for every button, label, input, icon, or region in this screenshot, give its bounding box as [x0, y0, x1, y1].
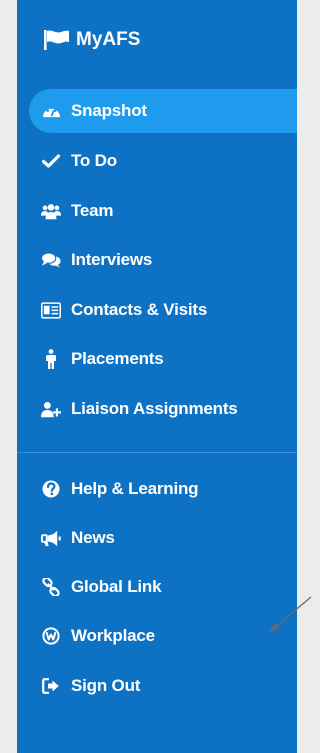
nav-item-label: Workplace	[71, 626, 155, 645]
users-icon	[41, 201, 61, 221]
nav-item-placements[interactable]: Placements	[29, 337, 297, 381]
nav-item-sign-out[interactable]: Sign Out	[29, 664, 297, 708]
nav-item-label: Team	[71, 201, 114, 220]
nav-item-label: Global Link	[71, 577, 162, 596]
nav-item-label: Placements	[71, 349, 164, 368]
nav-item-help-learning[interactable]: Help & Learning	[29, 467, 297, 511]
nav-item-label: Sign Out	[71, 676, 141, 695]
nav-item-global-link[interactable]: Global Link	[29, 565, 297, 609]
nav-item-workplace[interactable]: Workplace	[29, 614, 297, 658]
divider	[17, 452, 297, 453]
annotation-arrow-icon	[269, 596, 312, 632]
brand[interactable]: MyAFS	[44, 29, 140, 51]
nav-item-contacts-visits[interactable]: Contacts & Visits	[29, 288, 297, 332]
bullhorn-icon	[41, 528, 61, 548]
nav-item-label: To Do	[71, 151, 117, 170]
nav-item-label: Help & Learning	[71, 479, 199, 498]
nav-item-label: Interviews	[71, 250, 153, 269]
sidebar: MyAFS Snapshot To Do Team Interviews Con…	[17, 0, 312, 753]
flag-icon	[44, 30, 70, 50]
nav-item-liaison-assignments[interactable]: Liaison Assignments	[29, 387, 297, 431]
workplace-icon	[41, 626, 61, 646]
user-plus-icon	[41, 399, 61, 419]
link-icon	[41, 577, 61, 597]
person-icon	[41, 349, 61, 369]
nav-item-snapshot[interactable]: Snapshot	[29, 89, 297, 133]
brand-title: MyAFS	[76, 29, 141, 50]
nav-item-interviews[interactable]: Interviews	[29, 238, 297, 282]
chat-bubbles-icon	[41, 250, 61, 270]
nav-item-news[interactable]: News	[29, 516, 297, 560]
id-card-icon	[41, 300, 61, 320]
nav-item-label: Snapshot	[71, 101, 147, 120]
check-icon	[41, 151, 61, 171]
nav-item-label: News	[71, 528, 115, 547]
nav-item-label: Liaison Assignments	[71, 399, 238, 418]
nav-item-team[interactable]: Team	[29, 189, 297, 233]
nav-item-to-do[interactable]: To Do	[29, 139, 297, 183]
question-icon	[41, 479, 61, 499]
dashboard-icon	[41, 101, 61, 121]
sign-out-icon	[41, 676, 61, 696]
nav-item-label: Contacts & Visits	[71, 300, 208, 319]
